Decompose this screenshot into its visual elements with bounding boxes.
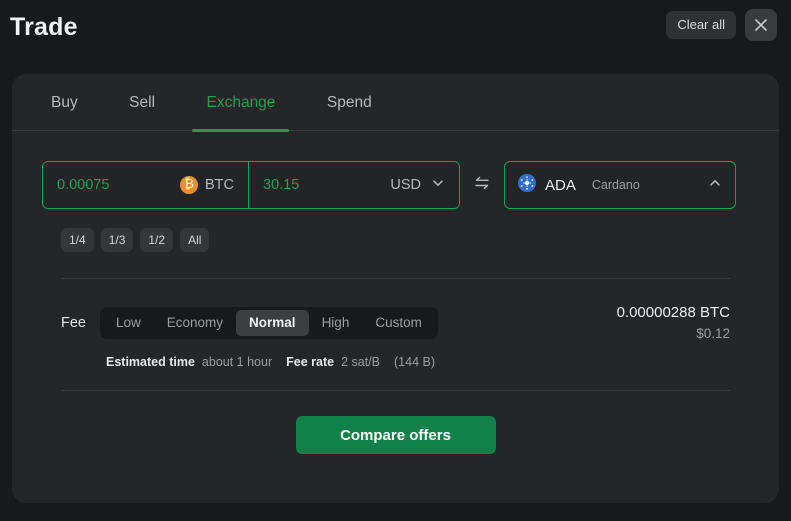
cta-wrap: Compare offers	[42, 416, 749, 454]
clear-all-button[interactable]: Clear all	[666, 11, 736, 39]
close-button[interactable]	[745, 9, 777, 41]
quick-amount-all[interactable]: All	[180, 228, 210, 252]
card-body: 0.00075 BTC 30.15 USD	[12, 161, 779, 454]
fee-option-custom[interactable]: Custom	[362, 310, 435, 336]
quick-amount-chips: 1/4 1/3 1/2 All	[42, 228, 749, 252]
swap-direction-button[interactable]	[460, 174, 504, 197]
tab-buy[interactable]: Buy	[37, 74, 92, 131]
cardano-icon	[518, 173, 536, 197]
page-title: Trade	[10, 13, 78, 41]
fiat-ticker: USD	[390, 177, 421, 193]
divider-bottom	[61, 390, 730, 391]
fee-rate-label: Fee rate	[286, 355, 335, 369]
tab-spend[interactable]: Spend	[313, 74, 386, 131]
trade-card: Buy Sell Exchange Spend 0.00075 BTC 30.1…	[12, 74, 779, 503]
fiat-amount-value[interactable]: 30.15	[263, 177, 390, 193]
fee-option-economy[interactable]: Economy	[154, 310, 236, 336]
quick-amount-quarter[interactable]: 1/4	[61, 228, 94, 252]
trade-tabs: Buy Sell Exchange Spend	[12, 74, 779, 132]
fiat-amount-field[interactable]: 30.15 USD	[249, 162, 459, 208]
window-header: Trade Clear all	[0, 0, 791, 74]
fee-row: Fee Low Economy Normal High Custom 0.000…	[42, 304, 749, 341]
bitcoin-icon	[180, 176, 198, 194]
crypto-symbol: BTC	[205, 177, 234, 193]
crypto-ticker: BTC	[180, 176, 234, 194]
crypto-amount-value[interactable]: 0.00075	[57, 177, 180, 193]
compare-offers-button[interactable]: Compare offers	[295, 416, 496, 454]
target-currency-symbol: ADA	[545, 176, 576, 194]
chevron-down-icon[interactable]	[431, 176, 445, 195]
chevron-up-icon[interactable]	[708, 176, 722, 195]
estimated-time-value: about 1 hour	[201, 355, 273, 369]
fee-label: Fee	[61, 314, 86, 331]
fee-rate-value: 2 sat/B	[341, 355, 380, 369]
quick-amount-third[interactable]: 1/3	[100, 228, 134, 252]
fee-rate-size: (144 B)	[394, 355, 435, 369]
fiat-symbol: USD	[390, 177, 421, 193]
swap-arrows-icon	[472, 174, 492, 197]
target-currency-selector[interactable]: ADA Cardano	[504, 161, 736, 209]
fee-option-low[interactable]: Low	[103, 310, 154, 336]
estimated-time-label: Estimated time	[106, 355, 195, 369]
fee-option-normal[interactable]: Normal	[236, 309, 309, 336]
target-currency-name: Cardano	[591, 178, 640, 192]
quick-amount-half[interactable]: 1/2	[140, 228, 174, 252]
source-amount-group: 0.00075 BTC 30.15 USD	[42, 161, 460, 209]
tab-sell[interactable]: Sell	[115, 74, 169, 131]
fee-crypto-amount: 0.00000288 BTC	[616, 304, 730, 321]
divider-top	[61, 278, 730, 279]
fee-meta: Estimated time about 1 hour Fee rate 2 sat/…	[42, 355, 749, 369]
crypto-amount-field[interactable]: 0.00075 BTC	[43, 162, 249, 208]
swap-row: 0.00075 BTC 30.15 USD	[42, 161, 749, 209]
header-actions: Clear all	[666, 9, 777, 41]
fee-option-group: Low Economy Normal High Custom	[100, 306, 438, 339]
fee-fiat-amount: $0.12	[696, 326, 730, 341]
fee-option-high[interactable]: High	[309, 310, 363, 336]
fee-amounts: 0.00000288 BTC $0.12	[617, 304, 730, 341]
tab-exchange[interactable]: Exchange	[192, 74, 290, 132]
